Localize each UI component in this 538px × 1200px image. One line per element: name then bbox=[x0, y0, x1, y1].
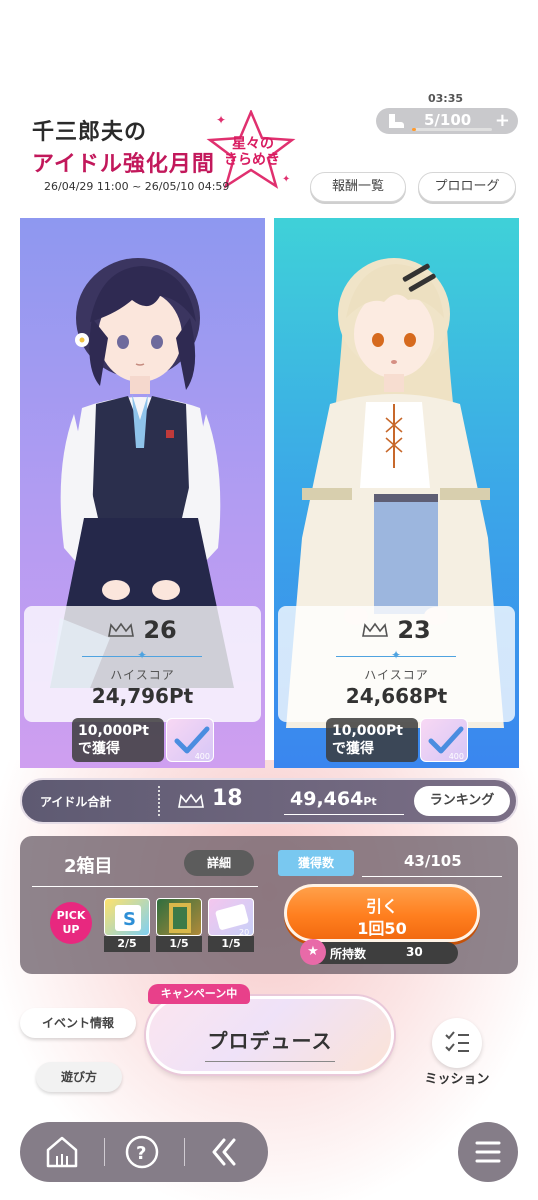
produce-button[interactable]: プロデュース bbox=[146, 996, 394, 1074]
sparkle-icon: ✦ bbox=[136, 648, 148, 662]
reward-acquire-label: で獲得 bbox=[332, 741, 374, 757]
reward-item[interactable]: 400 bbox=[420, 718, 468, 762]
rank-value: 23 bbox=[397, 616, 431, 644]
idol-total-points: 49,464Pt bbox=[290, 788, 377, 810]
add-stamina-button[interactable]: + bbox=[495, 110, 510, 131]
prologue-button[interactable]: プロローグ bbox=[418, 172, 516, 202]
event-badge-line2: きらめき bbox=[224, 152, 280, 168]
item-count: 1/5 bbox=[156, 936, 202, 952]
draw-cost: 1回50 bbox=[357, 919, 407, 938]
stamina-gauge[interactable]: 5/100 + bbox=[376, 108, 518, 134]
event-logo: 千三郎夫の アイドル強化月間 ✦ ✦ 星々の きらめき bbox=[26, 108, 296, 189]
divider bbox=[362, 876, 502, 877]
produce-label: プロデュース bbox=[207, 1029, 333, 1053]
acquired-label: 獲得数 bbox=[278, 850, 354, 876]
score-panel-right: 23 ✦ ハイスコア 24,668Pt bbox=[278, 606, 515, 722]
crown-icon bbox=[178, 793, 204, 808]
event-badge-line1: 星々の bbox=[232, 136, 274, 152]
reward-threshold: 10,000Pt bbox=[78, 723, 149, 739]
points-unit: Pt bbox=[363, 795, 377, 808]
event-info-button[interactable]: イベント情報 bbox=[20, 1008, 136, 1038]
pickup-line2: UP bbox=[62, 923, 80, 936]
owned-value: 30 bbox=[406, 945, 423, 959]
divider bbox=[104, 1138, 105, 1166]
item-image: 20 bbox=[208, 898, 254, 937]
high-score-label: ハイスコア bbox=[110, 668, 175, 682]
reward-threshold: 10,000Pt bbox=[332, 723, 403, 739]
box-number: 2箱目 bbox=[64, 856, 113, 877]
detail-button[interactable]: 詳細 bbox=[184, 850, 254, 876]
stamina-timer: 03:35 bbox=[428, 92, 464, 105]
how-to-play-button[interactable]: 遊び方 bbox=[36, 1062, 122, 1092]
draw-button[interactable]: 引く 1回50 bbox=[284, 884, 480, 942]
pickup-badge: PICK UP bbox=[50, 902, 92, 944]
star-coin-icon: ★ bbox=[300, 939, 326, 965]
idol-card-left[interactable]: 26 ✦ ハイスコア 24,796Pt 10,000Pt で獲得 400 bbox=[20, 218, 265, 768]
idol-total-rank: 18 bbox=[212, 786, 243, 811]
sparkle-icon: ✦ bbox=[390, 648, 402, 662]
ranking-button[interactable]: ランキング bbox=[414, 786, 510, 816]
reward-item[interactable]: 400 bbox=[166, 718, 214, 762]
stamina-fill bbox=[412, 128, 416, 131]
back-icon[interactable] bbox=[206, 1134, 242, 1170]
divider bbox=[284, 814, 404, 815]
stamina-bar bbox=[412, 128, 492, 131]
divider bbox=[158, 786, 160, 816]
stamina-value: 5/100 bbox=[424, 111, 472, 129]
item-count: 1/5 bbox=[208, 936, 254, 952]
rank-row: 23 bbox=[278, 616, 515, 644]
idol-total-bar: アイドル合計 18 49,464Pt ランキング bbox=[20, 778, 518, 824]
pickup-line1: PICK bbox=[56, 909, 86, 922]
rewards-list-button[interactable]: 報酬一覧 bbox=[310, 172, 406, 202]
pickup-item[interactable]: 1/5 bbox=[156, 898, 202, 952]
pickup-item[interactable]: S 2/5 bbox=[104, 898, 150, 952]
divider bbox=[205, 1061, 335, 1062]
divider bbox=[32, 886, 258, 887]
high-score-value: 24,668Pt bbox=[345, 684, 448, 708]
reward-threshold-tag: 10,000Pt で獲得 bbox=[72, 718, 164, 762]
bottom-nav: ? bbox=[20, 1122, 268, 1182]
menu-icon bbox=[475, 1141, 501, 1163]
rank-value: 26 bbox=[143, 616, 177, 644]
campaign-badge: キャンペーン中 bbox=[148, 984, 250, 1004]
mission-label: ミッション bbox=[424, 1072, 490, 1087]
box-gacha-panel: 2箱目 詳細 獲得数 43/105 PICK UP S 2/5 1/5 20 1… bbox=[20, 836, 518, 974]
reward-threshold-tag: 10,000Pt で獲得 bbox=[326, 718, 418, 762]
checklist-icon bbox=[445, 1031, 469, 1052]
reward-item-count: 400 bbox=[448, 752, 464, 761]
reward-acquire-label: で獲得 bbox=[78, 741, 120, 757]
menu-button[interactable] bbox=[458, 1122, 518, 1182]
event-title-line2: アイドル強化月間 bbox=[32, 151, 215, 177]
home-icon[interactable] bbox=[42, 1134, 82, 1170]
svg-text:✦: ✦ bbox=[216, 113, 226, 127]
svg-text:✦: ✦ bbox=[282, 174, 290, 185]
event-badge: ✦ ✦ 星々の きらめき bbox=[206, 108, 296, 190]
item-image bbox=[156, 898, 202, 936]
score-panel-left: 26 ✦ ハイスコア 24,796Pt bbox=[24, 606, 261, 722]
mission-button[interactable] bbox=[432, 1018, 482, 1068]
owned-count: ★ 所持数 30 bbox=[300, 939, 458, 965]
idol-total-label: アイドル合計 bbox=[40, 795, 112, 809]
help-icon[interactable]: ? bbox=[124, 1134, 160, 1170]
reward-item-count: 400 bbox=[194, 752, 210, 761]
svg-text:?: ? bbox=[136, 1143, 146, 1164]
svg-text:S: S bbox=[123, 909, 136, 930]
high-score-label: ハイスコア bbox=[364, 668, 429, 682]
rank-row: 26 bbox=[24, 616, 261, 644]
event-period: 26/04/29 11:00 ~ 26/05/10 04:59 bbox=[44, 180, 230, 193]
crown-icon bbox=[108, 622, 135, 637]
item-count: 2/5 bbox=[104, 936, 150, 952]
divider bbox=[184, 1138, 185, 1166]
item-image: S bbox=[104, 898, 150, 936]
owned-label: 所持数 bbox=[330, 947, 367, 961]
boot-icon bbox=[386, 113, 406, 129]
event-title-line1: 千三郎夫の bbox=[32, 119, 148, 145]
crown-icon bbox=[362, 622, 389, 637]
idol-total-points-value: 49,464 bbox=[290, 788, 364, 810]
pickup-item[interactable]: 20 1/5 bbox=[208, 898, 254, 952]
idol-card-right[interactable]: 23 ✦ ハイスコア 24,668Pt 10,000Pt で獲得 400 bbox=[274, 218, 519, 768]
draw-label: 引く bbox=[365, 897, 398, 916]
acquired-value: 43/105 bbox=[404, 852, 462, 870]
high-score-value: 24,796Pt bbox=[91, 684, 194, 708]
